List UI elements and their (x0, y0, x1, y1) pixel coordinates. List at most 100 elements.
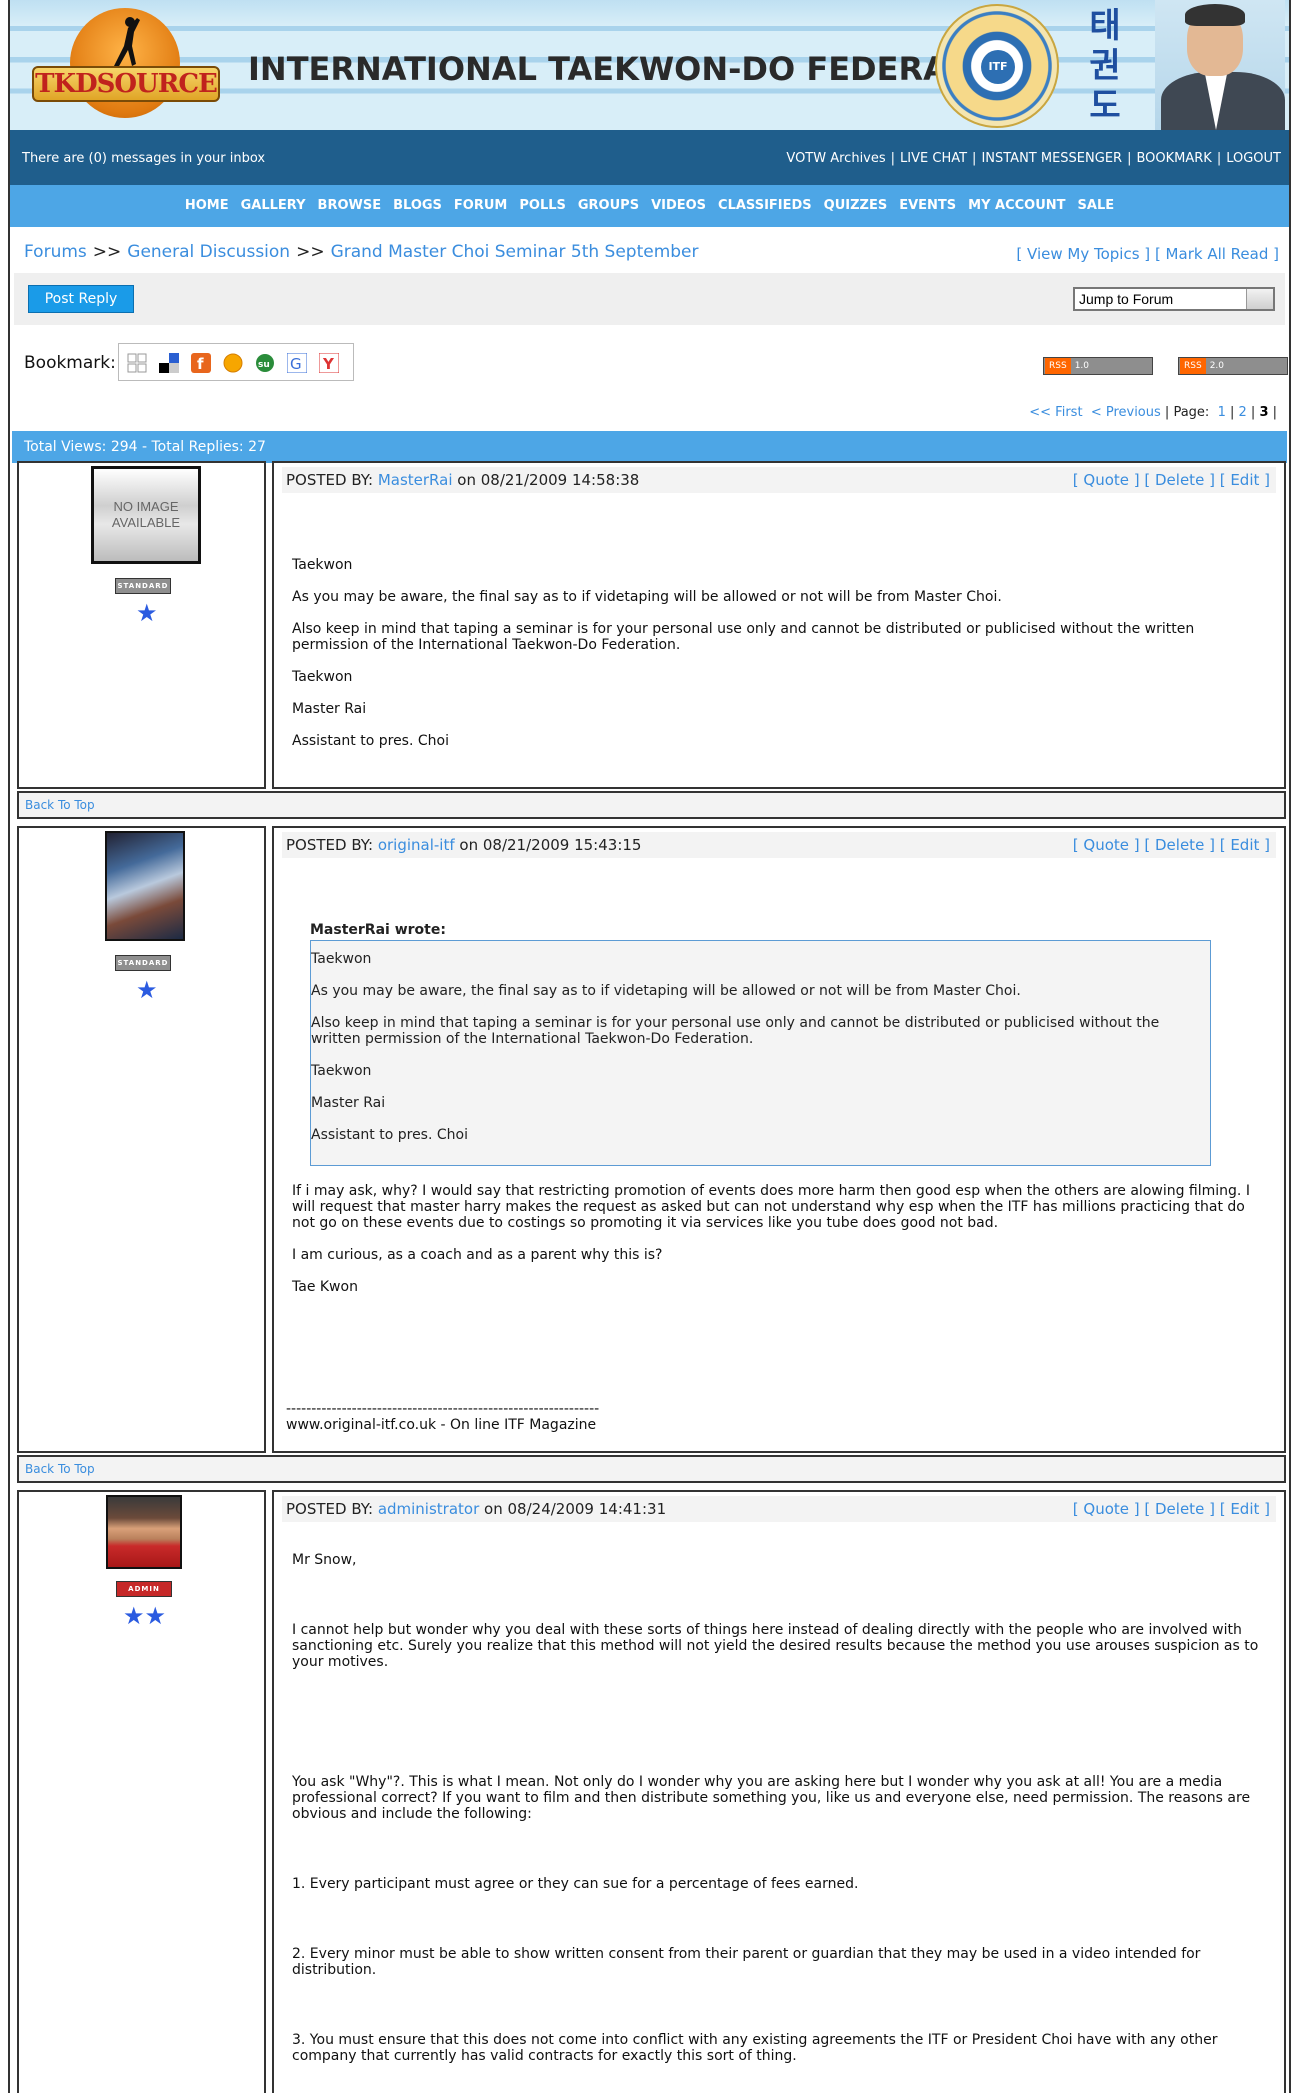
delicious-icon[interactable] (159, 353, 179, 373)
google-icon[interactable]: G (287, 353, 307, 373)
facebook-icon[interactable]: f (191, 353, 211, 373)
post-author-link[interactable]: MasterRai (378, 471, 453, 489)
post-author-panel: STANDARD ★ (17, 826, 266, 1453)
link-live-chat[interactable]: LIVE CHAT (900, 151, 967, 166)
hangul-char: 권 (1089, 46, 1121, 86)
link-logout[interactable]: LOGOUT (1226, 151, 1281, 166)
reddit-icon[interactable] (223, 353, 243, 373)
logo-text: TKDSOURCE (32, 66, 220, 102)
back-to-top-link[interactable]: Back To Top (17, 1455, 1286, 1483)
post-header: POSTED BY: original-itf on 08/21/2009 15… (282, 832, 1276, 858)
post-date: 08/21/2009 14:58:38 (480, 471, 640, 489)
jump-to-forum-value: Jump to Forum (1079, 291, 1174, 307)
post-content-panel: POSTED BY: original-itf on 08/21/2009 15… (272, 826, 1286, 1453)
nav-quizzes[interactable]: QUIZZES (824, 185, 888, 227)
main-nav: HOME GALLERY BROWSE BLOGS FORUM POLLS GROUPS VI… (10, 185, 1289, 229)
avatar (105, 831, 185, 941)
top-bar: There are (0) messages in your inbox VOT… (10, 133, 1289, 185)
site-logo[interactable]: TKDSOURCE (32, 8, 222, 123)
view-my-topics-link[interactable]: [ View My Topics ] (1016, 245, 1150, 263)
bookmark-label: Bookmark: (24, 353, 116, 373)
back-to-top-link[interactable]: Back To Top (17, 791, 1286, 819)
rank-star-icon: ★ (136, 599, 158, 627)
quote-link[interactable]: [ Quote ] (1073, 471, 1140, 489)
quote-block: Taekwon As you may be aware, the final s… (310, 940, 1211, 1166)
itf-seal-icon: ITF (935, 4, 1059, 128)
post-date: 08/24/2009 14:41:31 (507, 1500, 667, 1518)
link-instant-messenger[interactable]: INSTANT MESSENGER (981, 151, 1122, 166)
digg-icon[interactable] (127, 353, 147, 373)
nav-home[interactable]: HOME (185, 185, 229, 227)
post-body: If i may ask, why? I would say that rest… (292, 1183, 1250, 1295)
crumb-general-discussion[interactable]: General Discussion (127, 242, 290, 262)
post-content-panel: POSTED BY: administrator on 08/24/2009 1… (272, 1490, 1286, 2093)
rank-stars-icon: ★★ (123, 1602, 167, 1630)
pager-label: Page: (1173, 405, 1210, 420)
rss-1-button[interactable]: RSS 1.0 (1043, 357, 1153, 375)
post-header: POSTED BY: MasterRai on 08/21/2009 14:58… (282, 467, 1276, 493)
svg-text:su: su (258, 360, 270, 370)
quote-author: MasterRai wrote: (310, 922, 446, 938)
post-body: Taekwon As you may be aware, the final s… (292, 557, 1195, 749)
avatar (106, 1495, 182, 1569)
post-author-link[interactable]: original-itf (378, 836, 455, 854)
nav-my-account[interactable]: MY ACCOUNT (968, 185, 1065, 227)
mark-all-read-link[interactable]: [ Mark All Read ] (1155, 245, 1279, 263)
action-row: Post Reply Jump to Forum (14, 273, 1285, 325)
kicker-icon (114, 17, 140, 68)
nav-browse[interactable]: BROWSE (318, 185, 382, 227)
crumb-separator: >> (92, 242, 122, 262)
edit-link[interactable]: [ Edit ] (1220, 471, 1270, 489)
delete-link[interactable]: [ Delete ] (1144, 1500, 1215, 1518)
pager-page-1[interactable]: 1 (1218, 405, 1226, 420)
nav-sale[interactable]: SALE (1078, 185, 1115, 227)
crumb-forums[interactable]: Forums (24, 242, 87, 262)
quote-link[interactable]: [ Quote ] (1073, 1500, 1140, 1518)
bookmark-icons: f su G Y (118, 343, 354, 381)
crumb-topic[interactable]: Grand Master Choi Seminar 5th September (331, 242, 699, 262)
post-author-panel: NO IMAGE AVAILABLE STANDARD ★ (17, 461, 266, 789)
stumbleupon-icon[interactable]: su (255, 353, 275, 373)
delete-link[interactable]: [ Delete ] (1144, 836, 1215, 854)
jump-to-forum-select[interactable]: Jump to Forum (1073, 287, 1275, 311)
nav-forum[interactable]: FORUM (454, 185, 507, 227)
inbox-status[interactable]: There are (0) messages in your inbox (22, 151, 265, 166)
post-body: Mr Snow, I cannot help but wonder why yo… (292, 1552, 1259, 2064)
avatar-placeholder-text: NO IMAGE AVAILABLE (111, 499, 181, 530)
pager-previous[interactable]: < Previous (1091, 405, 1161, 420)
edit-link[interactable]: [ Edit ] (1220, 1500, 1270, 1518)
delete-link[interactable]: [ Delete ] (1144, 471, 1215, 489)
post-reply-button[interactable]: Post Reply (28, 285, 134, 313)
header-banner: TKDSOURCE INTERNATIONAL TAEKWON-DO FEDER… (10, 0, 1289, 133)
pager-current-page: 3 (1259, 405, 1269, 420)
nav-polls[interactable]: POLLS (519, 185, 566, 227)
yahoo-icon[interactable]: Y (319, 353, 339, 373)
nav-groups[interactable]: GROUPS (578, 185, 639, 227)
rank-badge: STANDARD (115, 578, 171, 594)
rank-badge: STANDARD (115, 955, 171, 971)
post-date: 08/21/2009 15:43:15 (482, 836, 642, 854)
link-bookmark[interactable]: BOOKMARK (1136, 151, 1211, 166)
svg-text:G: G (290, 355, 302, 373)
nav-events[interactable]: EVENTS (899, 185, 956, 227)
dropdown-arrow-icon[interactable] (1246, 289, 1273, 309)
post-author-link[interactable]: administrator (378, 1500, 479, 1518)
breadcrumb: Forums >> General Discussion >> Grand Master… (24, 242, 699, 262)
edit-link[interactable]: [ Edit ] (1220, 836, 1270, 854)
rank-star-icon: ★ (136, 976, 158, 1004)
nav-videos[interactable]: VIDEOS (651, 185, 706, 227)
rank-badge: ADMIN (116, 1581, 172, 1597)
pager-first[interactable]: << First (1029, 405, 1082, 420)
nav-classifieds[interactable]: CLASSIFIEDS (718, 185, 812, 227)
link-votw-archives[interactable]: VOTW Archives (786, 151, 885, 166)
breadcrumb-row: Forums >> General Discussion >> Grand Master… (10, 229, 1289, 273)
post-signature: ----------------------------------------… (286, 1401, 600, 1433)
nav-gallery[interactable]: GALLERY (241, 185, 306, 227)
seal-core: ITF (981, 50, 1015, 84)
hangul-char: 태 (1089, 6, 1121, 46)
nav-blogs[interactable]: BLOGS (393, 185, 442, 227)
quote-link[interactable]: [ Quote ] (1073, 836, 1140, 854)
rss-2-button[interactable]: RSS 2.0 (1178, 357, 1288, 375)
pager-page-2[interactable]: 2 (1239, 405, 1247, 420)
topic-links: [ View My Topics ] [ Mark All Read ] (1016, 245, 1279, 263)
